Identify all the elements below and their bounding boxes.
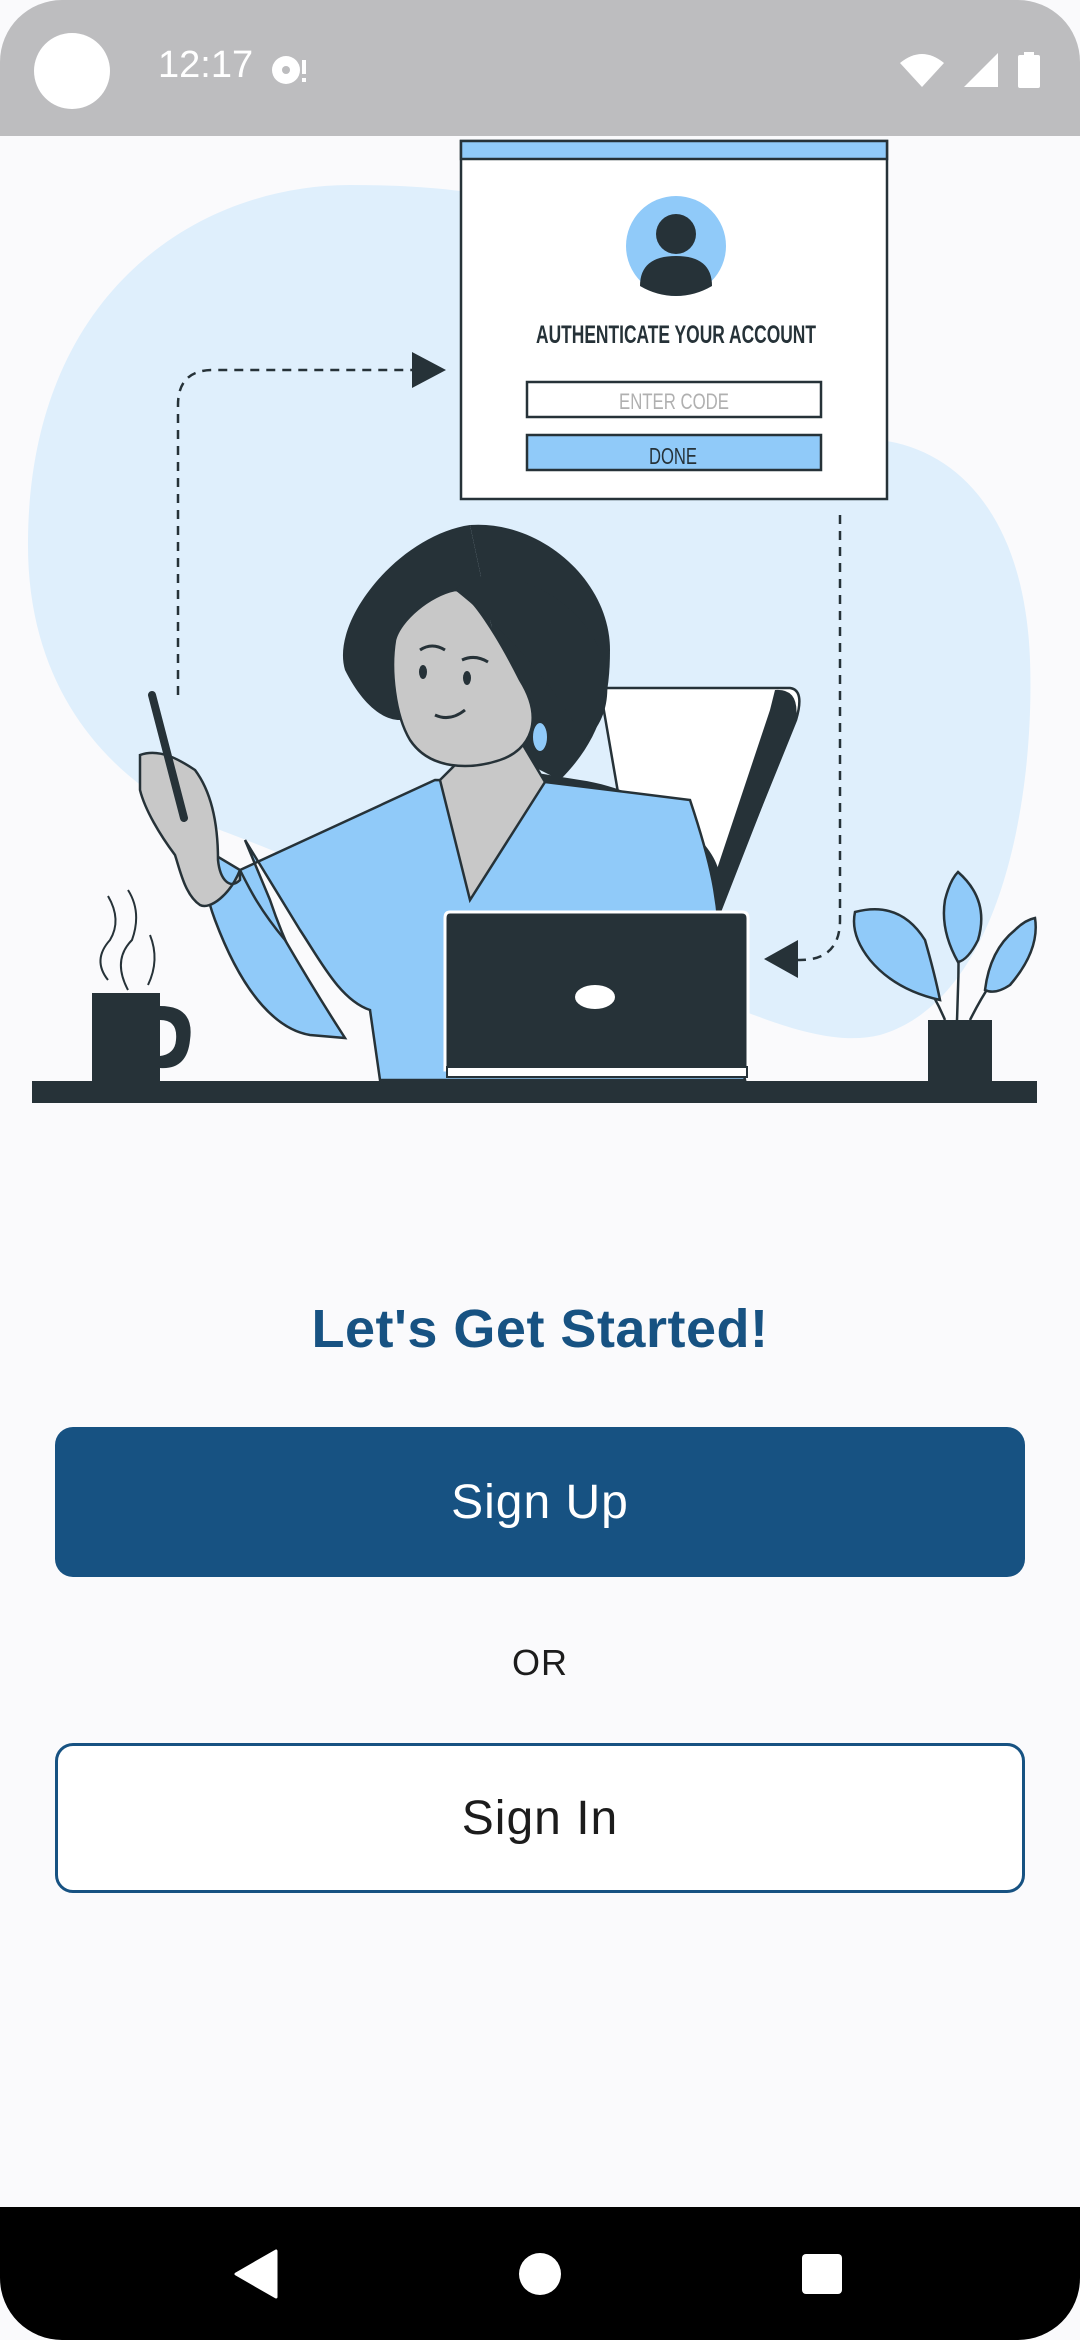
recent-apps-icon [802, 2253, 842, 2294]
card-done-label: DONE [649, 443, 697, 469]
camera-cutout-icon [34, 33, 110, 109]
media-notification-icon [272, 56, 306, 84]
authentication-illustration: AUTHENTICATE YOUR ACCOUNT ENTER CODE DON… [27, 139, 1037, 1103]
desk [32, 1081, 1037, 1103]
home-button[interactable] [470, 2207, 610, 2340]
wifi-icon [900, 54, 944, 87]
card-code-placeholder: ENTER CODE [619, 389, 729, 414]
navigation-bar [0, 2207, 1080, 2340]
status-bar: 12:17 [0, 0, 1080, 136]
back-button[interactable] [186, 2207, 326, 2340]
battery-icon [1018, 52, 1040, 88]
card-title: AUTHENTICATE YOUR ACCOUNT [536, 321, 816, 349]
sign-up-button[interactable]: Sign Up [55, 1427, 1025, 1577]
auth-card: AUTHENTICATE YOUR ACCOUNT ENTER CODE DON… [459, 139, 889, 501]
back-icon [234, 2249, 278, 2298]
sign-up-label: Sign Up [451, 1475, 629, 1529]
laptop-logo [575, 985, 615, 1009]
or-divider-text: OR [512, 1642, 568, 1683]
recent-apps-button[interactable] [752, 2207, 892, 2340]
cellular-signal-icon [964, 53, 998, 87]
page-title: Let's Get Started! [311, 1299, 769, 1359]
status-time: 12:17 [158, 44, 254, 86]
laptop [443, 910, 750, 1078]
home-icon [519, 2252, 561, 2295]
earring [531, 721, 549, 753]
sign-in-label: Sign In [461, 1791, 619, 1845]
coffee-mug [92, 889, 191, 1083]
sign-in-button[interactable]: Sign In [55, 1743, 1025, 1893]
